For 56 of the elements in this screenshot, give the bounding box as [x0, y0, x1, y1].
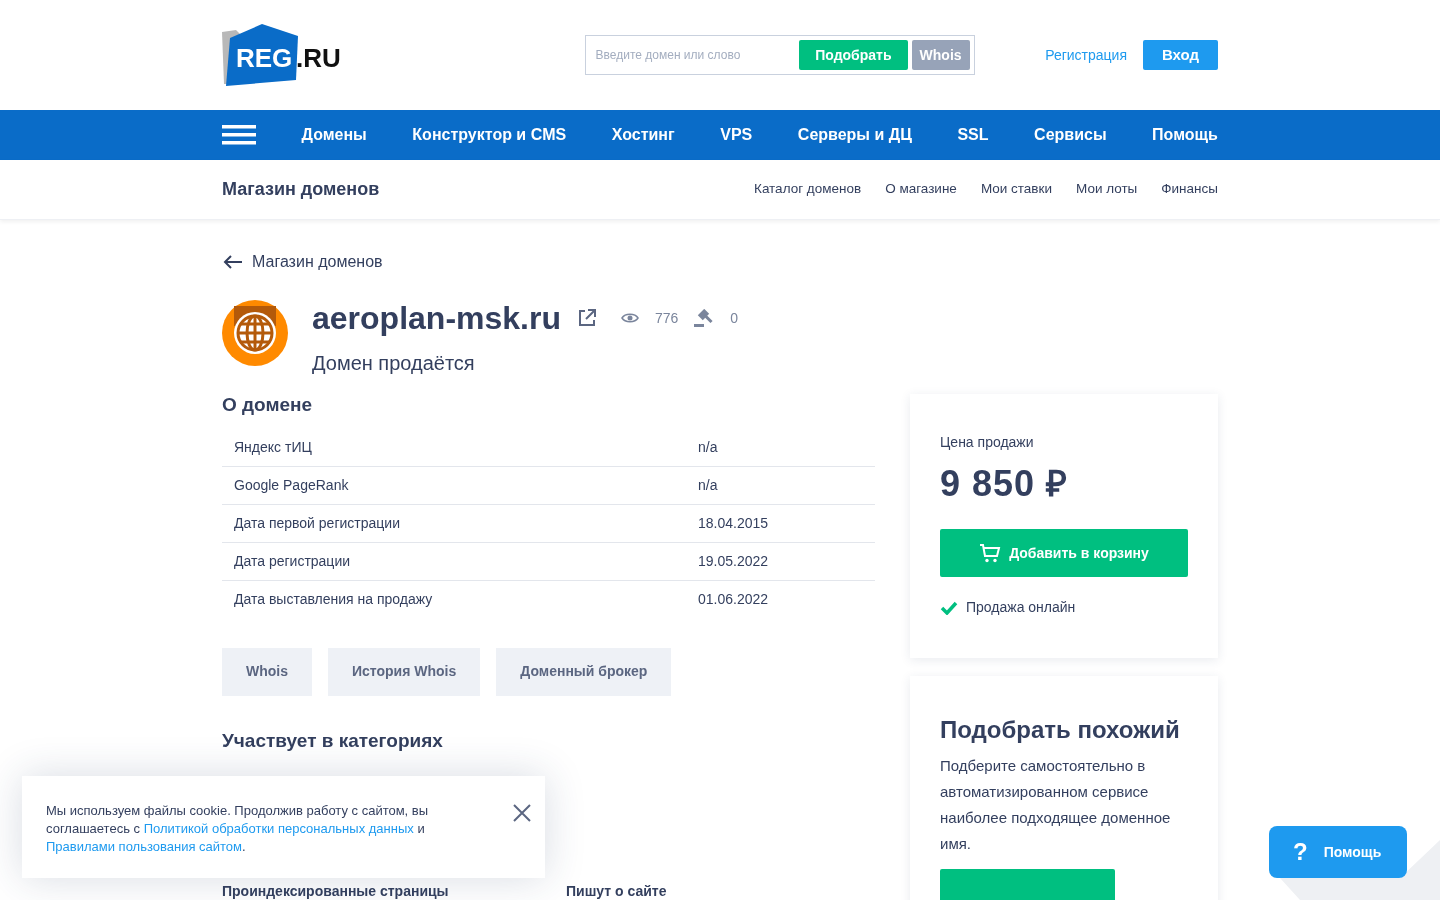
table-cell: 19.05.2022 [686, 542, 875, 581]
nav-link[interactable]: Сервисы [1034, 123, 1107, 147]
domain-name: aeroplan-msk.ru [312, 299, 561, 338]
nav-link[interactable]: Помощь [1152, 123, 1218, 147]
secondary-button[interactable]: История Whois [328, 647, 481, 696]
login-button[interactable]: Вход [1143, 40, 1218, 70]
views-count: 776 [654, 308, 679, 328]
back-arrow-icon [222, 254, 244, 270]
card-title: Подобрать похожий [940, 716, 1181, 745]
nav-link[interactable]: Серверы и ДЦ [797, 123, 912, 147]
cookie-text: Мы используем файлы cookie. Продолжив работу с сайтом, вы соглашаетесь с Политикой обработки персональных данных и Правилами пользования сайтом. [46, 802, 430, 856]
close-icon[interactable] [513, 804, 531, 822]
table-cell: Дата первой регистрации [222, 504, 686, 543]
table-cell: Дата выставления на продажу [222, 580, 686, 618]
price-label: Цена продажи [940, 433, 1035, 452]
subnav-link[interactable]: О магазине [885, 179, 957, 200]
table-cell: n/a [686, 428, 875, 467]
nav-link[interactable]: Хостинг [611, 123, 675, 147]
register-link[interactable]: Регистрация [1045, 44, 1127, 66]
section-title: Магазин доменов [222, 178, 380, 201]
table-cell: Google PageRank [222, 466, 686, 505]
subnav-link[interactable]: Мои ставки [980, 179, 1052, 200]
menu-icon[interactable] [222, 125, 256, 145]
logo[interactable]: REG.RU [222, 24, 514, 86]
section-heading: Участвует в категориях [222, 729, 444, 753]
eye-icon [620, 312, 639, 324]
online-sale-label: Продажа онлайн [966, 598, 1076, 617]
table-cell: 18.04.2015 [686, 504, 875, 543]
card-text: Подберите самостоятельно в автоматизированном сервисе наиболее подходящее доменное имя. [940, 755, 1172, 854]
section-heading: О домене [222, 394, 314, 417]
subsection-heading: Проиндексированные страницы [222, 881, 450, 900]
table-cell: Дата регистрации [222, 542, 686, 581]
back-link[interactable]: Магазин доменов [222, 250, 383, 274]
terms-link[interactable]: Правилами пользования сайтом [46, 839, 243, 854]
table-cell: n/a [686, 466, 875, 505]
subnav-link[interactable]: Финансы [1161, 179, 1218, 200]
globe-icon [222, 300, 288, 366]
external-link-icon[interactable] [576, 308, 597, 328]
help-button[interactable]: ? Помощь [1269, 826, 1407, 878]
table-cell: Яндекс тИЦ [222, 428, 686, 467]
bids-count: 0 [730, 308, 739, 328]
nav-link[interactable]: Конструктор и CMS [412, 123, 567, 147]
gavel-icon [694, 309, 715, 327]
privacy-link[interactable]: Политикой обработки персональных данных [143, 821, 414, 836]
table-cell: 01.06.2022 [686, 580, 875, 618]
domain-status: Домен продаётся [312, 351, 476, 376]
secondary-button[interactable]: Доменный брокер [496, 647, 672, 696]
nav-link[interactable]: SSL [957, 123, 989, 147]
nav-link[interactable]: VPS [720, 123, 753, 147]
price: 9 850 ₽ [940, 462, 1070, 506]
subnav-link[interactable]: Мои лоты [1076, 179, 1138, 200]
subnav-link[interactable]: Каталог доменов [754, 179, 862, 200]
secondary-button[interactable]: Whois [222, 647, 312, 696]
nav-link[interactable]: Домены [301, 123, 367, 147]
subsection-heading: Пишут о сайте [566, 881, 667, 900]
cart-icon [979, 543, 1002, 563]
